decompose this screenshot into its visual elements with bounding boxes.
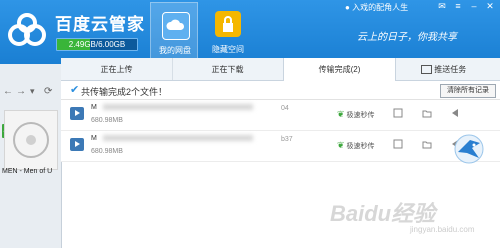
nav-hidden-space[interactable]: 隐藏空间 [204,2,252,62]
collapse-arrow-icon[interactable] [450,108,460,118]
tab-push-label: 推送任务 [434,65,467,74]
mail-icon[interactable]: ✉ [436,1,448,12]
slogan: 云上的日子，你我共享 [357,32,457,43]
check-icon: ✔ [70,84,80,96]
completion-message: 共传输完成2个文件！ [81,87,168,97]
quota-text: 2.49GB/6.00GB [68,40,126,49]
file-suffix: b37 [281,136,293,143]
app-title: 百度云管家 [55,15,145,34]
open-folder-icon[interactable] [422,139,432,149]
user-avatar-icon: ● [345,3,350,12]
tab-uploading[interactable]: 正在上传 [61,58,173,80]
mascot-bird-icon[interactable] [452,134,486,164]
table-row[interactable]: M 680.98MB 04 ❦ 极速秒传 [61,100,500,131]
file-thumbnail[interactable] [4,110,58,170]
nav-hidden-space-label: 隐藏空间 [212,45,244,54]
transfer-status: ❦ 极速秒传 [337,109,375,119]
tab-completed[interactable]: 传输完成(2) [283,58,396,81]
leaf-icon: ❦ [337,109,345,119]
file-detail-icon[interactable] [393,108,403,118]
open-folder-icon[interactable] [422,108,432,118]
file-detail-icon[interactable] [393,139,403,149]
file-size: 680.98MB [91,148,123,155]
baidu-cloud-logo-icon [8,13,46,46]
user-name[interactable]: ● 入戏的配角人生 [345,2,408,13]
file-name: M [91,104,253,111]
tab-push-tasks[interactable]: 推送任务 [421,58,491,80]
table-row[interactable]: M 680.98MB b37 ❦ 极速秒传 [61,131,500,162]
file-name: M [91,135,253,142]
left-toolbar: ← → ▾ ⟳ [0,86,61,100]
video-file-icon [70,138,84,151]
dropdown-icon[interactable]: ▾ [30,86,35,97]
video-file-icon [70,107,84,120]
thumbnail-label: MEN - Men of U [2,168,53,175]
nav-my-disk[interactable]: 我的网盘 [150,2,198,62]
lock-icon [215,11,241,37]
transfer-tabs: 正在上传 正在下载 传输完成(2) 推送任务 [61,58,500,81]
transfer-status: ❦ 极速秒传 [337,140,375,150]
clear-all-button[interactable]: 清除所有记录 [440,84,496,98]
menu-icon[interactable]: ≡ [452,1,464,11]
watermark: Baidu经验 [330,201,436,226]
watermark-url: jingyan.baidu.com [410,225,475,234]
back-icon[interactable]: ← [3,86,13,97]
file-suffix: 04 [281,105,289,112]
completion-banner: ✔ 共传输完成2个文件！ 清除所有记录 [61,81,500,100]
title-bar: 百度云管家 2.49GB/6.00GB 我的网盘 隐藏空间 ● 入戏的配角人生 … [0,0,500,64]
monitor-icon [421,65,432,75]
disc-image-icon [13,122,49,158]
forward-icon[interactable]: → [16,86,26,97]
refresh-icon[interactable]: ⟳ [44,86,52,97]
nav-my-disk-label: 我的网盘 [159,46,191,55]
user-name-label: 入戏的配角人生 [352,3,409,12]
tab-downloading[interactable]: 正在下载 [172,58,284,80]
close-icon[interactable]: ✕ [484,1,496,12]
file-size: 680.98MB [91,117,123,124]
minimize-icon[interactable]: – [468,1,480,11]
cloud-icon [162,12,190,40]
leaf-icon: ❦ [337,140,345,150]
quota-bar: 2.49GB/6.00GB [56,38,138,51]
